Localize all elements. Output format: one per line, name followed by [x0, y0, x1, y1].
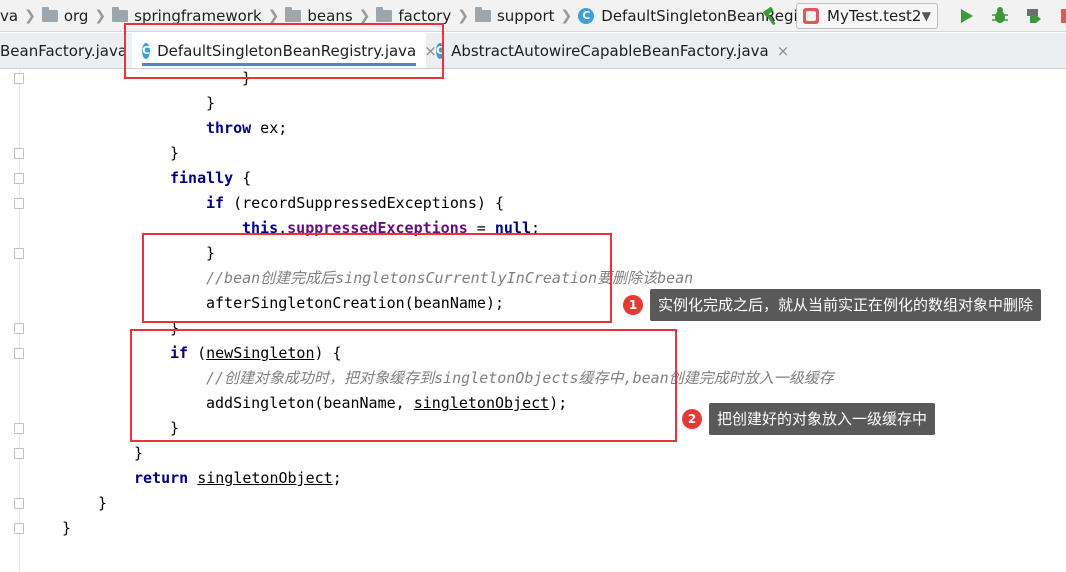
breadcrumb-item-support[interactable]: support: [474, 0, 555, 31]
close-icon[interactable]: ×: [777, 42, 790, 60]
fold-marker-icon[interactable]: [14, 173, 24, 184]
code-editor[interactable]: } } throw ex; } finally { if (recordSupp…: [0, 69, 1066, 572]
breadcrumb-label: factory: [398, 6, 452, 25]
stop-icon[interactable]: [1058, 6, 1066, 26]
folder-icon: [112, 6, 129, 22]
tab-abstractautowirecapablebeanfactory[interactable]: C AbstractAutowireCapableBeanFactory.jav…: [426, 33, 789, 68]
highlight-box-2: [130, 329, 677, 442]
folder-icon: [41, 6, 58, 22]
highlight-box-1: [142, 233, 612, 323]
fold-marker-icon[interactable]: [14, 423, 24, 434]
chevron-right-icon: ❯: [94, 7, 107, 24]
code-line: }: [62, 519, 72, 537]
run-config-label: MyTest.test2: [827, 7, 922, 25]
chevron-right-icon: ❯: [560, 7, 573, 24]
junit-config-icon: [803, 8, 819, 24]
tab-label: AbstractAutowireCapableBeanFactory.java: [451, 41, 769, 60]
code-line: return singletonObject;: [134, 469, 342, 487]
code-line: }: [206, 94, 216, 112]
editor-gutter: [0, 70, 24, 572]
code-line: }: [98, 494, 108, 512]
chevron-right-icon: ❯: [457, 7, 469, 24]
class-icon: C: [578, 7, 595, 24]
debug-icon[interactable]: [990, 6, 1010, 26]
code-line: }: [170, 144, 180, 162]
run-toolbar: MyTest.test2 ▼: [760, 0, 1066, 31]
code-line: if (recordSuppressedExceptions) {: [206, 194, 505, 212]
folder-icon: [376, 6, 393, 22]
highlight-box-tab: [124, 23, 444, 79]
fold-marker-icon[interactable]: [14, 323, 24, 334]
breadcrumb-item-org[interactable]: org: [41, 0, 89, 31]
run-icon[interactable]: [956, 6, 976, 26]
chevron-right-icon: ❯: [267, 7, 280, 24]
tab-label: BeanFactory.java: [0, 41, 128, 60]
coverage-icon[interactable]: [1024, 6, 1044, 26]
fold-marker-icon[interactable]: [14, 248, 24, 259]
fold-marker-icon[interactable]: [14, 348, 24, 359]
fold-marker-icon[interactable]: [14, 198, 24, 209]
breadcrumb-label: va: [0, 6, 19, 25]
breadcrumb-label: support: [496, 6, 555, 25]
annotation-badge-2: 2: [682, 409, 702, 429]
fold-marker-icon[interactable]: [14, 73, 24, 84]
breadcrumb-label: springframework: [134, 6, 262, 25]
code-line: finally {: [170, 169, 252, 187]
annotation-tooltip-1: 实例化完成之后，就从当前实正在例化的数组对象中删除: [650, 289, 1042, 321]
folder-icon: [474, 6, 491, 22]
fold-marker-icon[interactable]: [14, 148, 24, 159]
fold-marker-icon[interactable]: [14, 523, 24, 534]
fold-marker-icon[interactable]: [14, 448, 24, 459]
folder-icon: [285, 6, 302, 22]
chevron-right-icon: ❯: [24, 7, 36, 24]
chevron-right-icon: ❯: [358, 7, 371, 24]
hammer-icon[interactable]: [760, 5, 782, 27]
annotation-tooltip-2: 把创建好的对象放入一级缓存中: [709, 403, 936, 435]
annotation-badge-1: 1: [623, 295, 643, 315]
run-configuration-select[interactable]: MyTest.test2 ▼: [796, 3, 938, 29]
code-line: throw ex;: [206, 119, 288, 137]
tab-beanfactory[interactable]: BeanFactory.java ×: [0, 33, 148, 68]
chevron-down-icon: ▼: [921, 9, 931, 23]
breadcrumb-label: beans: [307, 6, 353, 25]
breadcrumb-label: org: [63, 6, 89, 25]
fold-marker-icon[interactable]: [14, 498, 24, 509]
breadcrumb-item-va[interactable]: va: [0, 0, 18, 31]
code-line: }: [134, 444, 144, 462]
